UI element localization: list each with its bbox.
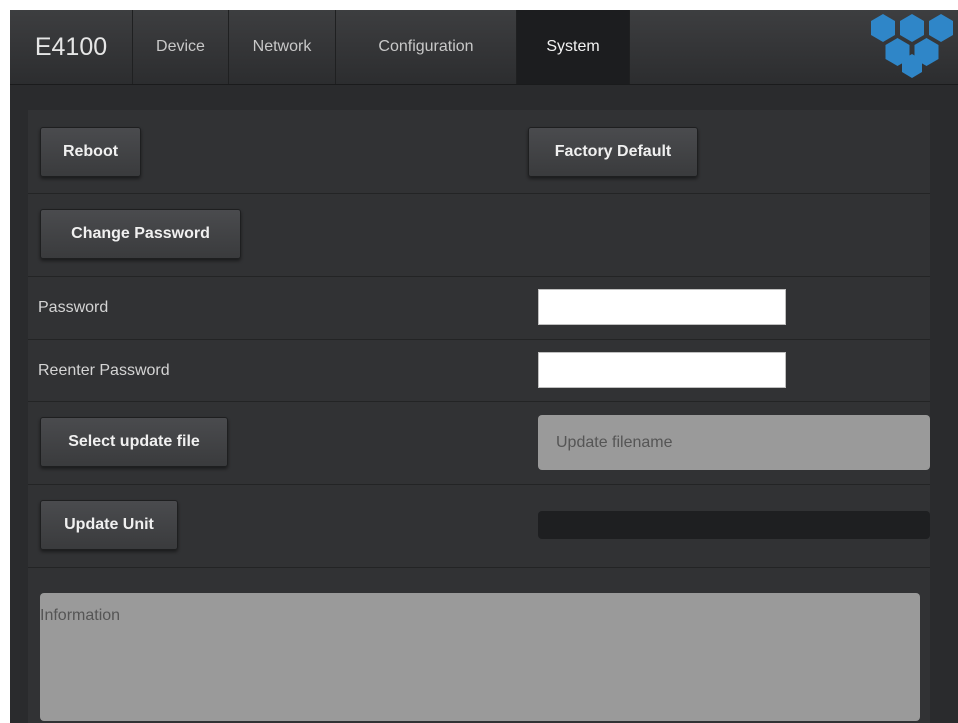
- reboot-button[interactable]: Reboot: [40, 127, 141, 177]
- app-window: E4100 Device Network Configuration Syste…: [10, 10, 958, 723]
- password-row: Password: [28, 277, 930, 340]
- brand-title: E4100: [10, 10, 133, 84]
- tab-configuration[interactable]: Configuration: [336, 10, 517, 84]
- top-navbar: E4100 Device Network Configuration Syste…: [10, 10, 958, 85]
- reenter-password-input[interactable]: [538, 352, 786, 388]
- change-password-row: Change Password: [28, 194, 930, 277]
- information-placeholder: Information: [40, 607, 121, 624]
- tab-network[interactable]: Network: [229, 10, 336, 84]
- update-file-row: Select update file Update filename: [28, 402, 930, 485]
- tab-system[interactable]: System: [517, 10, 630, 84]
- tab-device[interactable]: Device: [133, 10, 229, 84]
- update-filename-field[interactable]: Update filename: [538, 415, 930, 470]
- password-input[interactable]: [538, 289, 786, 325]
- factory-default-button[interactable]: Factory Default: [528, 127, 698, 177]
- reboot-row: Reboot Factory Default: [28, 110, 930, 194]
- select-update-file-button[interactable]: Select update file: [40, 417, 228, 467]
- information-box: Information: [40, 593, 920, 721]
- update-unit-row: Update Unit: [28, 485, 930, 568]
- system-panel: Reboot Factory Default Change Password P…: [28, 110, 930, 723]
- change-password-button[interactable]: Change Password: [40, 209, 241, 259]
- password-label: Password: [38, 299, 109, 316]
- update-unit-button[interactable]: Update Unit: [40, 500, 178, 550]
- hexagon-cluster-logo-icon: [871, 14, 953, 78]
- reenter-password-label: Reenter Password: [38, 362, 170, 379]
- reenter-password-row: Reenter Password: [28, 340, 930, 402]
- update-progress-bar: [538, 511, 930, 539]
